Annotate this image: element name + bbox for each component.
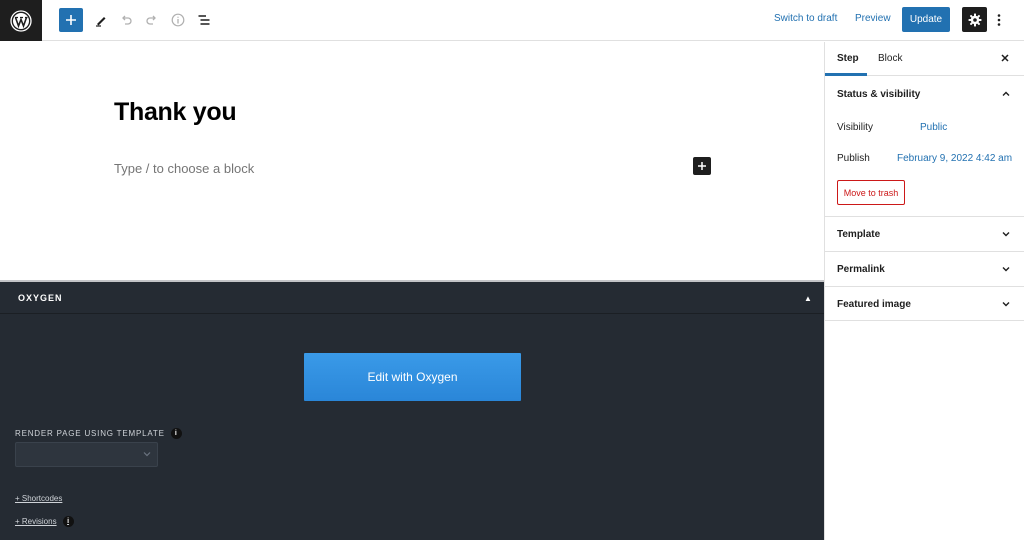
status-visibility-panel: Status & visibility Visibility Public Pu… [825,76,1024,217]
inline-add-block-button[interactable] [693,157,711,175]
oxygen-metabox: OXYGEN ▲ Edit with Oxygen RENDER PAGE US… [0,280,824,540]
publish-label: Publish [837,153,870,164]
move-to-trash-button[interactable]: Move to trash [837,180,905,205]
post-title[interactable]: Thank you [114,98,237,127]
template-panel-title: Template [837,229,881,240]
tools-button[interactable] [89,8,113,32]
close-icon[interactable] [999,52,1011,64]
chevron-down-icon [1002,232,1010,237]
preview-button[interactable]: Preview [855,13,891,24]
list-view-icon [198,15,210,25]
settings-sidebar: Step Block Status & visibility Visibilit… [824,42,1024,540]
oxygen-metabox-header[interactable]: OXYGEN ▲ [0,282,824,314]
sidebar-tabs: Step Block [825,42,1024,76]
permalink-panel-title: Permalink [837,264,885,275]
options-button[interactable] [992,9,1006,31]
switch-to-draft-button[interactable]: Switch to draft [774,13,837,24]
editor-header: Switch to draft Preview Update [0,0,1024,41]
add-block-button[interactable] [59,8,83,32]
redo-button[interactable] [140,8,164,32]
featured-image-panel-title: Featured image [837,299,911,310]
chevron-down-icon [1002,267,1010,272]
revisions-link-text: + Revisions [15,517,57,526]
list-view-button[interactable] [192,8,216,32]
tab-step[interactable]: Step [837,53,859,64]
shortcodes-link[interactable]: + Shortcodes [15,494,62,503]
block-placeholder[interactable]: Type / to choose a block [114,161,254,176]
pencil-icon [96,17,106,27]
render-template-label-text: RENDER PAGE USING TEMPLATE [15,429,165,438]
editor-canvas: Thank you Type / to choose a block [0,42,824,280]
settings-button[interactable] [962,7,987,32]
info-icon [171,13,185,27]
chevron-up-icon[interactable] [1001,89,1011,99]
chevron-down-icon [1002,302,1010,307]
more-vertical-icon [997,14,1001,26]
wordpress-logo-icon [10,9,32,32]
collapse-toggle-icon[interactable]: ▲ [803,293,813,303]
chevron-down-icon [143,452,151,457]
edit-with-oxygen-button[interactable]: Edit with Oxygen [304,353,521,401]
info-icon[interactable]: i [170,428,182,439]
visibility-value[interactable]: Public [920,122,947,133]
featured-image-panel[interactable]: Featured image [825,287,1024,321]
gear-icon [968,13,981,26]
template-panel[interactable]: Template [825,217,1024,252]
wordpress-logo-button[interactable] [0,0,42,41]
permalink-panel[interactable]: Permalink [825,252,1024,287]
shortcodes-link-text: + Shortcodes [15,494,63,503]
visibility-label: Visibility [837,122,873,133]
oxygen-title: OXYGEN [18,293,63,303]
publish-date-value[interactable]: February 9, 2022 4:42 am [897,153,1012,164]
status-visibility-title[interactable]: Status & visibility [837,89,920,100]
plus-icon [66,15,76,25]
render-template-label: RENDER PAGE USING TEMPLATE i [15,428,182,439]
undo-button[interactable] [114,8,138,32]
plus-icon [698,162,706,170]
details-button[interactable] [166,8,190,32]
redo-icon [146,15,156,25]
update-button[interactable]: Update [902,7,950,32]
info-icon[interactable]: i [62,516,74,527]
revisions-link[interactable]: + Revisions i [15,516,74,527]
tab-block[interactable]: Block [878,53,902,64]
undo-icon [122,15,132,25]
template-select[interactable] [15,442,158,467]
